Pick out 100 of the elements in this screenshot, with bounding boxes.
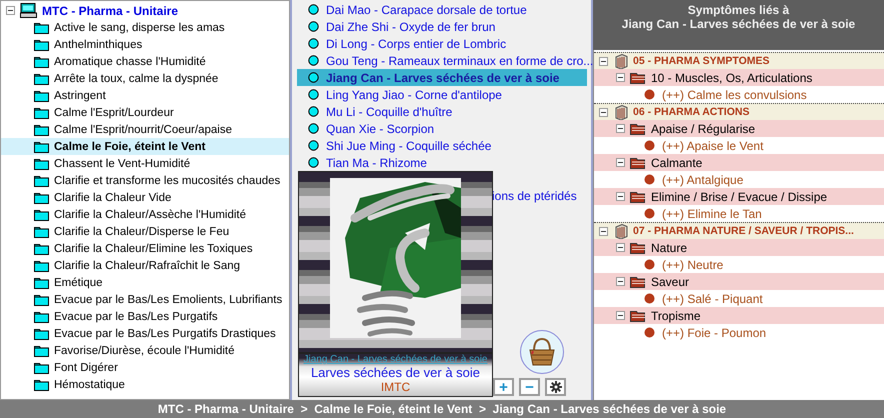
tree-item[interactable]: Active le sang, disperse les amas (1, 19, 289, 36)
tree-item-label: Arrête la toux, calme la dyspnée (54, 72, 218, 84)
tree-item[interactable]: Arrête la toux, calme la dyspnée (1, 70, 289, 87)
tree-item[interactable]: Evacue par le Bas/Les Purgatifs Drastiques (1, 325, 289, 342)
dot-icon (308, 55, 319, 66)
collapse-icon[interactable] (599, 226, 608, 236)
basket-button[interactable] (520, 330, 564, 374)
folder-icon (34, 72, 49, 84)
tree-item[interactable]: Anthelminthiques (1, 36, 289, 53)
folder-icon (34, 106, 49, 118)
folder-icon (34, 140, 49, 152)
settings-button[interactable] (545, 378, 566, 396)
tree-item[interactable]: Calme l'Esprit/Lourdeur (1, 104, 289, 121)
tree-item-label: Anthelminthiques (54, 38, 142, 50)
remedy-item[interactable]: Dai Mao - Carapace dorsale de tortue (297, 1, 587, 18)
tree-item-label: Active le sang, disperse les amas (54, 22, 225, 34)
remedy-label: Shi Jue Ming - Coquille séchée (326, 138, 492, 152)
folder-icon (34, 174, 49, 186)
tree-item-label: Hémostatique (54, 378, 125, 390)
collapse-icon[interactable] (616, 73, 625, 82)
tree-root-label[interactable]: MTC - Pharma - Unitaire (42, 4, 178, 18)
remedy-label: Dai Zhe Shi - Oxyde de fer brun (326, 20, 496, 34)
dot-icon (308, 157, 319, 168)
symptom-label[interactable]: (++) Foie - Poumon (662, 326, 766, 340)
status-bar: MTC - Pharma - Unitaire > Calme le Foie, éteint le Vent > Jiang Can - Larves séchées de ver à soie (0, 400, 884, 418)
folder-icon (630, 156, 646, 168)
remedy-item[interactable]: Di Long - Corps entier de Lombric (297, 35, 587, 52)
collapse-icon[interactable] (616, 243, 625, 252)
tree-item[interactable]: Hémostatique (1, 376, 289, 393)
tree-item-label: Clarifie la Chaleur/Assèche l'Humidité (54, 208, 246, 220)
tree-item[interactable]: Clarifie la Chaleur/Elimine les Toxiques (1, 240, 289, 257)
remedy-item[interactable]: Ling Yang Jiao - Corne d'antilope (297, 86, 587, 103)
tree-item[interactable]: Clarifie et transforme les mucosités chaudes (1, 172, 289, 189)
collapse-icon[interactable] (599, 108, 608, 116)
tree-item[interactable]: Font Digérer (1, 359, 289, 376)
tree-item-label: Evacue par le Bas/Les Purgatifs Drastiques (54, 328, 276, 340)
remedy-label: Quan Xie - Scorpion (326, 122, 434, 136)
tree-item[interactable]: Favorise/Diurèse, écoule l'Humidité (1, 342, 289, 359)
folder-icon (34, 192, 49, 204)
subgroup-label[interactable]: Saveur (651, 274, 690, 288)
tree-item-label: Evacue par le Bas/Les Emolients, Lubrifiants (54, 294, 282, 306)
remedy-item[interactable]: Jiang Can - Larves séchées de ver à soie (297, 69, 587, 86)
tree-item[interactable]: Clarifie la Chaleur/Disperse le Feu (1, 223, 289, 240)
folder-icon (630, 122, 646, 134)
remedy-item[interactable]: Tian Ma - Rhizome (297, 154, 587, 171)
tree-item[interactable]: Clarifie la Chaleur/Rafraîchit le Sang (1, 257, 289, 274)
tree-item-label: Clarifie la Chaleur/Rafraîchit le Sang (54, 260, 240, 272)
collapse-icon[interactable] (616, 158, 625, 167)
tree-item[interactable]: Calme le Foie, éteint le Vent (1, 138, 289, 155)
folder-icon (34, 328, 49, 340)
tree-item-label: Favorise/Diurèse, écoule l'Humidité (54, 344, 235, 356)
collapse-icon[interactable] (616, 277, 625, 286)
tree-item[interactable]: Evacue par le Bas/Les Purgatifs (1, 308, 289, 325)
folder-icon (34, 378, 49, 390)
settings-icon (550, 381, 562, 393)
collapse-icon[interactable] (616, 124, 625, 133)
remedy-item[interactable]: Shi Jue Ming - Coquille séchée (297, 137, 587, 154)
tree-item[interactable]: Clarifie la Chaleur Vide (1, 189, 289, 206)
tree-item-label: Font Digérer (54, 362, 118, 374)
collapse-icon[interactable] (616, 311, 625, 320)
symptom-label[interactable]: (++) Apaise le Vent (662, 138, 764, 152)
folder-icon (34, 276, 49, 288)
tree-item[interactable]: Clarifie la Chaleur/Assèche l'Humidité (1, 206, 289, 223)
subgroup-label[interactable]: Nature (651, 240, 688, 254)
collapse-icon[interactable] (599, 56, 608, 66)
tree-item[interactable]: Emétique (1, 274, 289, 291)
remedy-item[interactable]: Mu Li - Coquille d'huître (297, 103, 587, 120)
add-button[interactable]: + (493, 378, 514, 396)
folder-icon (34, 362, 49, 374)
tree-item-label: Evacue par le Bas/Les Purgatifs (54, 310, 218, 322)
symptom-label[interactable]: (++) Antalgique (662, 172, 744, 186)
tree-item[interactable]: Calme l'Esprit/nourrit/Coeur/apaise (1, 121, 289, 138)
folder-icon (34, 158, 49, 170)
tree-item-label: Clarifie la Chaleur Vide (54, 192, 172, 204)
folder-icon (34, 294, 49, 306)
folder-icon (34, 208, 49, 220)
dot-icon (308, 72, 319, 83)
subgroup-label[interactable]: Tropisme (651, 308, 701, 322)
remedy-item[interactable]: Dai Zhe Shi - Oxyde de fer brun (297, 18, 587, 35)
dot-icon (308, 21, 319, 32)
dot-icon (644, 293, 655, 304)
dot-icon (308, 4, 319, 15)
symptom-label[interactable]: (++) Calme les convulsions (662, 88, 807, 102)
remedy-link[interactable]: Jiang Can - Larves séchées de ver à soie (304, 354, 488, 365)
symptom-label[interactable]: (++) Neutre (662, 258, 724, 272)
tree-item[interactable]: Aromatique chasse l'Humidité (1, 53, 289, 70)
remedy-label: ions de ptéridés (492, 189, 577, 203)
symptom-label[interactable]: (++) Elimine le Tan (662, 206, 762, 220)
dot-icon (644, 140, 655, 151)
symptom-label[interactable]: (++) Salé - Piquant (662, 292, 763, 306)
tree-item-label: Calme le Foie, éteint le Vent (54, 140, 206, 152)
tree-item[interactable]: Evacue par le Bas/Les Emolients, Lubrifiants (1, 291, 289, 308)
tree-item[interactable]: Chassent le Vent-Humidité (1, 155, 289, 172)
subgroup-label[interactable]: Calmante (651, 156, 702, 170)
tree-item[interactable]: Astringent (1, 87, 289, 104)
remedy-item[interactable]: Quan Xie - Scorpion (297, 120, 587, 137)
collapse-icon[interactable] (6, 6, 15, 15)
dot-icon (644, 174, 655, 185)
remove-button[interactable]: − (519, 378, 540, 396)
collapse-icon[interactable] (616, 192, 625, 201)
